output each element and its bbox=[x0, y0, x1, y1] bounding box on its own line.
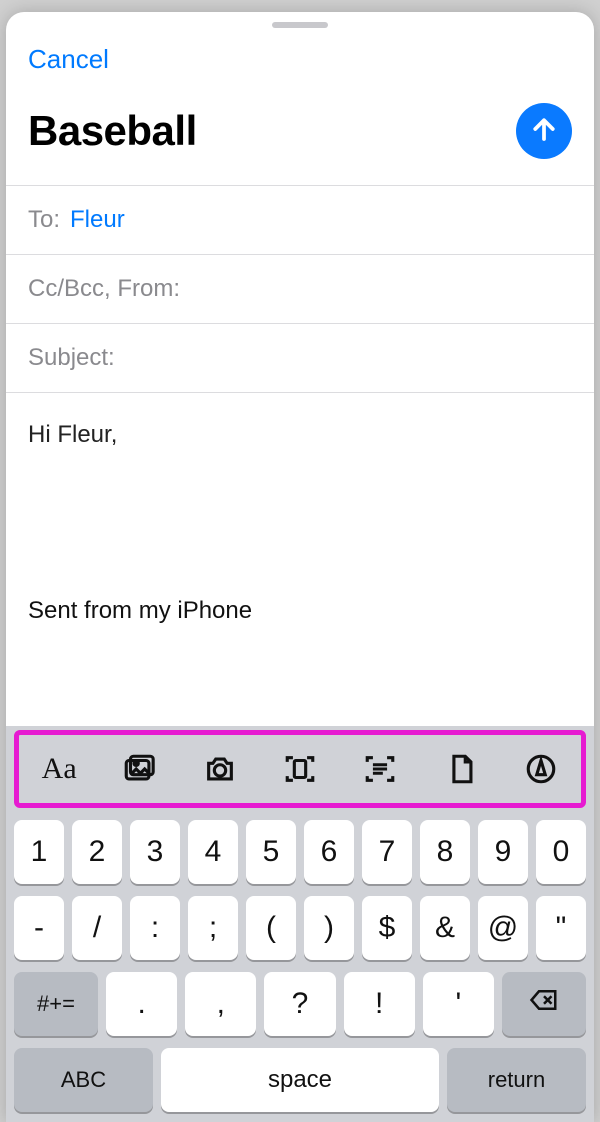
key-punct-3[interactable]: ! bbox=[344, 972, 415, 1036]
key-num-1[interactable]: 2 bbox=[72, 820, 122, 884]
mail-toolbar-highlight: Aa bbox=[14, 730, 586, 808]
to-recipient[interactable]: Fleur bbox=[70, 206, 125, 234]
key-sym-2[interactable]: : bbox=[130, 896, 180, 960]
backspace-icon bbox=[529, 985, 559, 1023]
key-sym-4[interactable]: ( bbox=[246, 896, 296, 960]
key-abc[interactable]: ABC bbox=[14, 1048, 153, 1112]
key-sym-6[interactable]: $ bbox=[362, 896, 412, 960]
scan-text-icon[interactable] bbox=[363, 752, 397, 786]
key-num-6[interactable]: 7 bbox=[362, 820, 412, 884]
compose-title: Baseball bbox=[28, 107, 516, 155]
text-format-icon[interactable]: Aa bbox=[42, 752, 76, 786]
key-num-4[interactable]: 5 bbox=[246, 820, 296, 884]
key-num-0[interactable]: 1 bbox=[14, 820, 64, 884]
send-button[interactable] bbox=[516, 103, 572, 159]
signature: Sent from my iPhone bbox=[28, 593, 572, 629]
key-num-2[interactable]: 3 bbox=[130, 820, 180, 884]
attach-file-icon[interactable] bbox=[444, 752, 478, 786]
message-body[interactable]: Hi Fleur, Sent from my iPhone bbox=[6, 393, 594, 726]
key-punct-0[interactable]: . bbox=[106, 972, 177, 1036]
key-backspace[interactable] bbox=[502, 972, 586, 1036]
ccbcc-label: Cc/Bcc, From: bbox=[28, 275, 180, 303]
key-space[interactable]: space bbox=[161, 1048, 439, 1112]
to-label: To: bbox=[28, 206, 60, 234]
subject-field[interactable]: Subject: bbox=[6, 323, 594, 392]
camera-icon[interactable] bbox=[203, 752, 237, 786]
cancel-button[interactable]: Cancel bbox=[6, 28, 594, 83]
keyboard: Aa 1234567890 -/:;()$&@" #+= ., bbox=[6, 726, 594, 1122]
key-punct-4[interactable]: ' bbox=[423, 972, 494, 1036]
photo-library-icon[interactable] bbox=[122, 752, 156, 786]
to-field[interactable]: To: Fleur bbox=[6, 185, 594, 254]
key-sym-0[interactable]: - bbox=[14, 896, 64, 960]
key-punct-1[interactable]: , bbox=[185, 972, 256, 1036]
key-num-5[interactable]: 6 bbox=[304, 820, 354, 884]
key-num-7[interactable]: 8 bbox=[420, 820, 470, 884]
key-punct-2[interactable]: ? bbox=[264, 972, 335, 1036]
key-num-8[interactable]: 9 bbox=[478, 820, 528, 884]
key-num-9[interactable]: 0 bbox=[536, 820, 586, 884]
body-greeting: Hi Fleur, bbox=[28, 417, 572, 453]
subject-label: Subject: bbox=[28, 344, 115, 372]
key-num-3[interactable]: 4 bbox=[188, 820, 238, 884]
key-return[interactable]: return bbox=[447, 1048, 586, 1112]
key-sym-3[interactable]: ; bbox=[188, 896, 238, 960]
key-sym-9[interactable]: " bbox=[536, 896, 586, 960]
arrow-up-icon bbox=[529, 114, 559, 149]
markup-icon[interactable] bbox=[524, 752, 558, 786]
key-sym-1[interactable]: / bbox=[72, 896, 122, 960]
key-sym-7[interactable]: & bbox=[420, 896, 470, 960]
key-sym-5[interactable]: ) bbox=[304, 896, 354, 960]
key-sym-8[interactable]: @ bbox=[478, 896, 528, 960]
ccbcc-from-field[interactable]: Cc/Bcc, From: bbox=[6, 254, 594, 323]
key-symbols-mode[interactable]: #+= bbox=[14, 972, 98, 1036]
document-scan-icon[interactable] bbox=[283, 752, 317, 786]
